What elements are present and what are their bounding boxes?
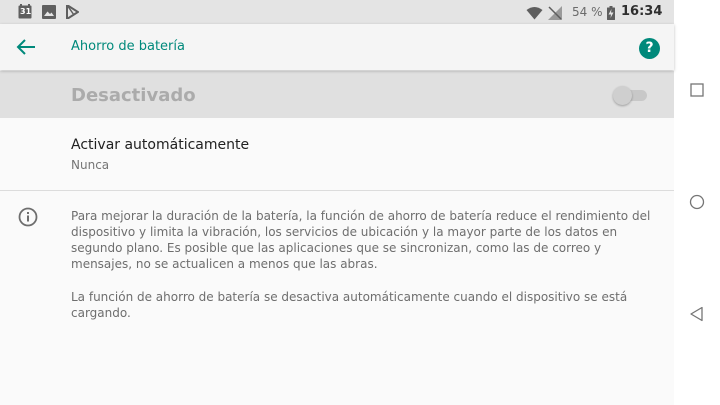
info-paragraph: Para mejorar la duración de la batería, … — [71, 209, 651, 271]
help-icon: ? — [645, 40, 654, 56]
info-icon — [17, 206, 39, 228]
help-button[interactable]: ? — [639, 38, 660, 59]
battery-saver-master-switch-row[interactable]: Desactivado — [0, 71, 674, 118]
battery-charging-icon — [607, 5, 615, 24]
divider — [0, 190, 674, 191]
auto-activate-setting[interactable]: Activar automáticamente Nunca — [0, 118, 674, 190]
app-bar: Ahorro de batería — [0, 24, 674, 70]
home-circle-icon — [689, 194, 705, 210]
play-store-icon — [66, 3, 80, 23]
info-paragraph: La función de ahorro de batería se desac… — [71, 290, 628, 320]
master-switch-label: Desactivado — [71, 85, 196, 106]
back-arrow-icon — [16, 39, 35, 55]
page-title: Ahorro de batería — [71, 39, 185, 54]
recents-square-icon — [690, 83, 704, 97]
back-triangle-icon — [690, 306, 703, 322]
calendar-day: 31 — [20, 7, 32, 16]
toggle-thumb — [613, 86, 632, 105]
no-signal-icon — [548, 5, 562, 24]
battery-percent: 54 % — [572, 5, 603, 19]
back-button[interactable] — [687, 304, 707, 324]
clock: 16:34 — [621, 4, 663, 19]
auto-activate-title: Activar automáticamente — [71, 137, 250, 153]
battery-saver-toggle[interactable] — [613, 86, 647, 105]
home-button[interactable] — [687, 192, 707, 212]
image-icon — [42, 4, 56, 23]
back-arrow-button[interactable] — [13, 35, 39, 59]
navigation-bar — [674, 0, 720, 405]
auto-activate-value: Nunca — [71, 158, 110, 172]
recents-button[interactable] — [687, 80, 707, 100]
wifi-icon — [526, 5, 543, 24]
status-bar: 31 54 % 16:34 — [0, 0, 674, 24]
